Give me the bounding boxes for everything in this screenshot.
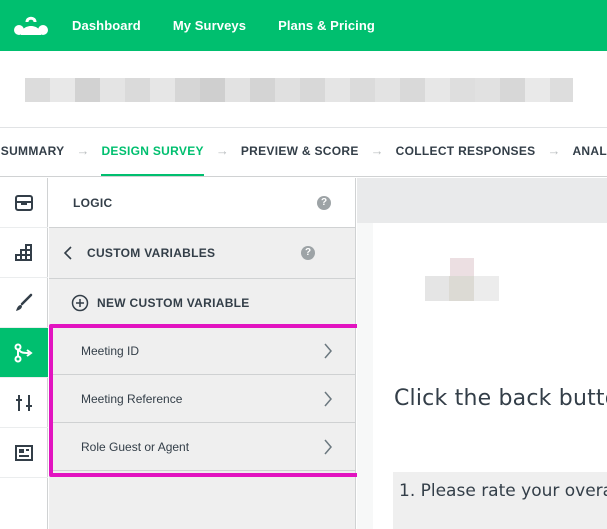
custom-variables-header[interactable]: CUSTOM VARIABLES ?: [49, 228, 355, 279]
logic-panel: LOGIC ? CUSTOM VARIABLES ? NEW CUSTOM VA…: [49, 178, 356, 529]
rail-design[interactable]: [0, 278, 48, 328]
chevron-left-icon[interactable]: [63, 246, 73, 260]
chevron-right-icon: [324, 439, 332, 454]
chevron-right-icon: [324, 343, 332, 358]
logic-icon: [14, 343, 33, 362]
step-collect-responses[interactable]: COLLECT RESPONSES: [396, 128, 536, 176]
surveymonkey-logo-icon[interactable]: [13, 14, 49, 38]
nav-dashboard[interactable]: Dashboard: [72, 18, 141, 33]
chevron-right-icon: [324, 391, 332, 406]
variable-item-meeting-id[interactable]: Meeting ID: [49, 327, 355, 375]
layout-icon: [15, 444, 33, 461]
arrow-right-icon: →: [215, 142, 229, 158]
rail-question-bank[interactable]: [0, 178, 48, 228]
help-icon[interactable]: ?: [317, 195, 331, 210]
top-nav: Dashboard My Surveys Plans & Pricing: [0, 0, 607, 51]
builder-icon: [15, 243, 32, 261]
nav-my-surveys[interactable]: My Surveys: [173, 18, 246, 33]
variable-item-meeting-reference[interactable]: Meeting Reference: [49, 375, 355, 423]
custom-variables-title: CUSTOM VARIABLES: [87, 246, 216, 260]
logic-title: LOGIC: [73, 195, 113, 210]
step-design-survey[interactable]: DESIGN SURVEY: [101, 128, 205, 176]
nav-plans-pricing[interactable]: Plans & Pricing: [278, 18, 375, 33]
variable-label: Role Guest or Agent: [81, 439, 190, 454]
survey-title-bar: [0, 51, 607, 128]
step-analyze[interactable]: ANAL: [572, 128, 607, 176]
logic-header: LOGIC ?: [49, 178, 355, 228]
survey-title-redacted: [25, 78, 573, 102]
step-preview-score[interactable]: PREVIEW & SCORE: [241, 128, 359, 176]
variable-label: Meeting ID: [81, 343, 140, 358]
rail-options[interactable]: [0, 378, 48, 428]
new-custom-variable-label: NEW CUSTOM VARIABLE: [97, 295, 250, 310]
survey-steps: SUMMARY → DESIGN SURVEY → PREVIEW & SCOR…: [0, 128, 607, 177]
variable-label: Meeting Reference: [81, 391, 183, 406]
question-bank-icon: [15, 194, 33, 211]
help-icon[interactable]: ?: [301, 246, 315, 260]
question-block[interactable]: 1. Please rate your overa: [393, 472, 607, 529]
rail-logic[interactable]: [0, 328, 48, 378]
options-sliders-icon: [16, 394, 32, 411]
step-summary[interactable]: SUMMARY: [1, 128, 65, 176]
back-button-message: Click the back butto: [394, 386, 607, 411]
arrow-right-icon: →: [547, 142, 561, 158]
left-icon-rail: [0, 178, 48, 529]
rail-layout[interactable]: [0, 428, 48, 478]
paint-brush-icon: [16, 293, 33, 311]
arrow-right-icon: →: [76, 142, 90, 158]
new-custom-variable-button[interactable]: NEW CUSTOM VARIABLE: [49, 279, 355, 327]
arrow-right-icon: →: [370, 142, 384, 158]
variable-item-role-guest-or-agent[interactable]: Role Guest or Agent: [49, 423, 355, 471]
question-text: 1. Please rate your overa: [399, 481, 607, 501]
preview-toolbar: [357, 178, 607, 223]
plus-circle-icon: [71, 294, 89, 311]
rail-builder[interactable]: [0, 228, 48, 278]
